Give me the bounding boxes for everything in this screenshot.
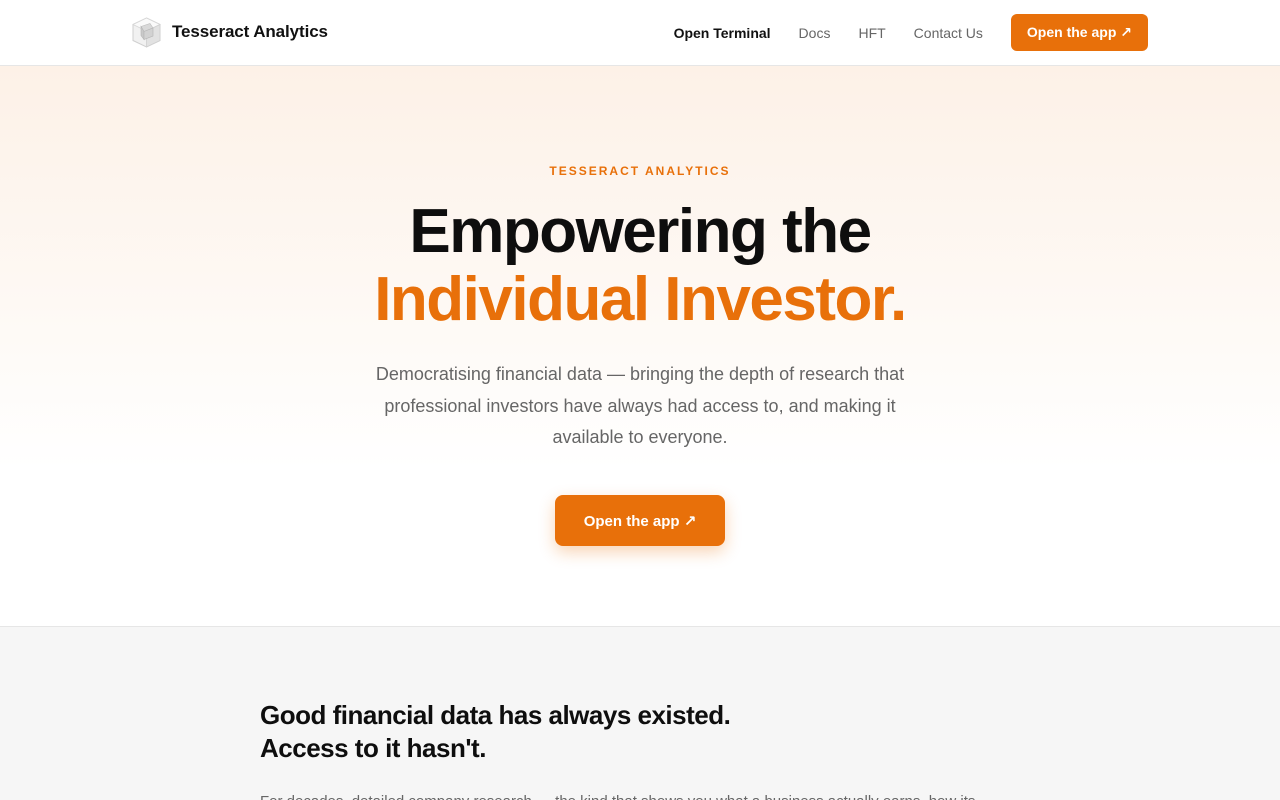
access-title-line2: Access to it hasn't. bbox=[260, 733, 486, 763]
hero-eyebrow: TESSERACT ANALYTICS bbox=[549, 164, 731, 178]
nav-link-open-terminal[interactable]: Open Terminal bbox=[674, 25, 771, 41]
nav-link-contact-us[interactable]: Contact Us bbox=[914, 25, 983, 41]
access-section-body: For decades, detailed company research —… bbox=[260, 790, 1020, 800]
hero-open-app-button[interactable]: Open the app ↗ bbox=[555, 495, 725, 546]
access-section-title: Good financial data has always existed. … bbox=[260, 699, 1020, 765]
hero-title-line2: Individual Investor. bbox=[374, 265, 907, 334]
hero-title-line1: Empowering the bbox=[409, 197, 872, 266]
header-open-app-button[interactable]: Open the app ↗ bbox=[1010, 14, 1148, 51]
brand-name: Tesseract Analytics bbox=[172, 22, 328, 41]
cube-icon bbox=[132, 17, 161, 48]
access-title-line1: Good financial data has always existed. bbox=[260, 700, 731, 730]
brand-link[interactable]: Tesseract Analytics bbox=[131, 16, 328, 48]
hero-subtitle: Democratising financial data — bringing … bbox=[375, 364, 905, 447]
hero-title: Empowering the Individual Investor. bbox=[0, 198, 1280, 334]
hero-section: TESSERACT ANALYTICS Empowering the Indiv… bbox=[0, 66, 1280, 626]
site-header: Tesseract Analytics Open Terminal Docs H… bbox=[0, 0, 1280, 66]
nav-link-hft[interactable]: HFT bbox=[858, 25, 885, 41]
nav-link-docs[interactable]: Docs bbox=[799, 25, 831, 41]
main-nav: Open Terminal Docs HFT Contact Us Open t… bbox=[674, 14, 1148, 51]
access-section: Good financial data has always existed. … bbox=[0, 626, 1280, 800]
